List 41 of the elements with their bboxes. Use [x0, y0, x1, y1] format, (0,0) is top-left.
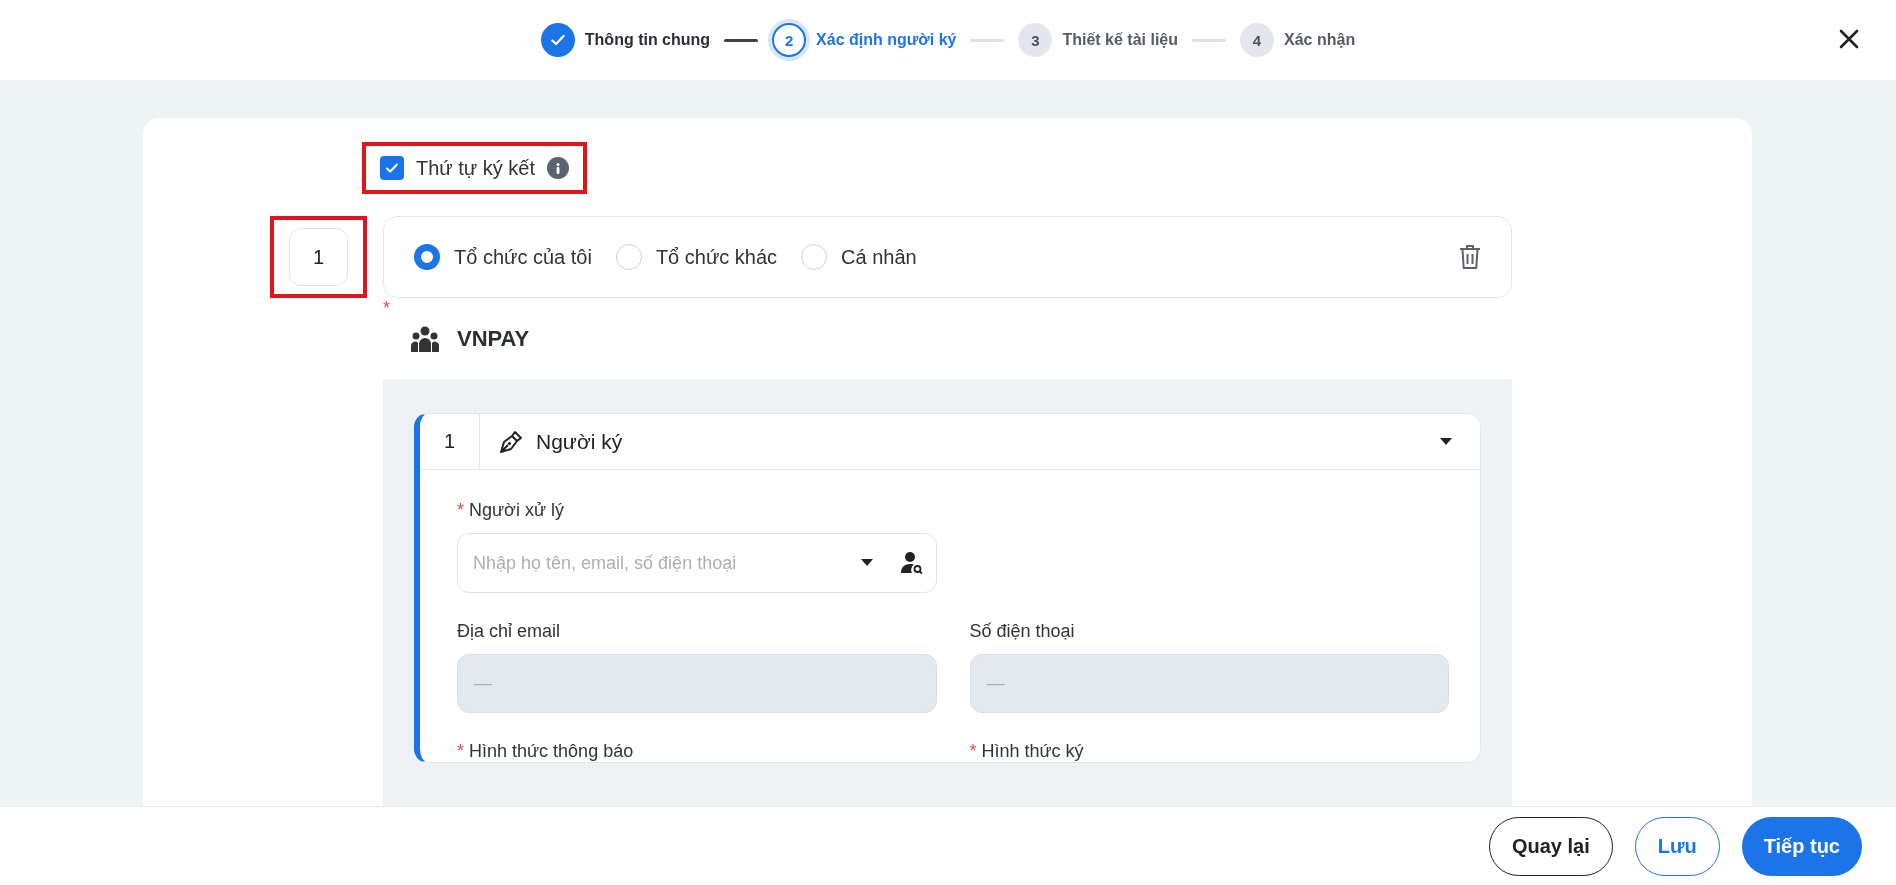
required-mark: *: [383, 298, 390, 319]
required-mark: *: [457, 741, 464, 762]
step-label: Xác định người ký: [816, 31, 957, 49]
readonly-field: —: [969, 654, 1449, 713]
trash-icon[interactable]: [1459, 244, 1481, 270]
required-mark: *: [969, 741, 977, 762]
step-label: Thiết kế tài liệu: [1062, 31, 1179, 49]
step-connector: [724, 38, 759, 42]
signer-header[interactable]: 1 Người ký: [420, 414, 1480, 470]
required-mark: *: [457, 500, 464, 521]
step-number: 2: [784, 31, 794, 49]
user-search-icon[interactable]: [901, 551, 923, 575]
field-label: Số điện thoại: [969, 621, 1075, 642]
field-label: Hình thức ký: [981, 741, 1084, 762]
organization-name: VNPAY: [457, 325, 530, 352]
info-icon[interactable]: [547, 157, 570, 179]
footer-button[interactable]: Lưu: [1634, 816, 1720, 876]
signer-role: Người ký: [536, 429, 623, 454]
step-number: 4: [1252, 31, 1262, 49]
signer-order: 1: [443, 430, 456, 453]
group-icon: [411, 325, 439, 352]
step-label: Xác nhận: [1284, 31, 1356, 49]
step-number: 3: [1031, 31, 1040, 49]
order-number[interactable]: 1: [289, 228, 348, 286]
caret-icon: [861, 559, 873, 567]
field-label: Địa chỉ email: [457, 621, 561, 642]
radio-option[interactable]: Cá nhân: [801, 244, 917, 270]
field-label: Người xử lý: [469, 500, 564, 521]
handler-select[interactable]: Nhập họ tên, email, số điện thoại: [457, 533, 937, 593]
readonly-field: —: [457, 654, 937, 713]
checkbox[interactable]: [380, 156, 404, 180]
step-connector: [970, 38, 1005, 42]
checkbox-label: Thứ tự ký kết: [416, 156, 536, 180]
pen-icon: [498, 428, 524, 455]
field-label: Hình thức thông báo: [469, 741, 634, 762]
step-connector: [1192, 38, 1227, 42]
footer-button[interactable]: Tiếp tục: [1741, 816, 1862, 876]
step-label: Thông tin chung: [584, 31, 711, 49]
footer-button[interactable]: Quay lại: [1488, 816, 1613, 876]
radio-option[interactable]: Tổ chức của tôi: [414, 244, 592, 270]
radio-option[interactable]: Tổ chức khác: [615, 244, 778, 270]
